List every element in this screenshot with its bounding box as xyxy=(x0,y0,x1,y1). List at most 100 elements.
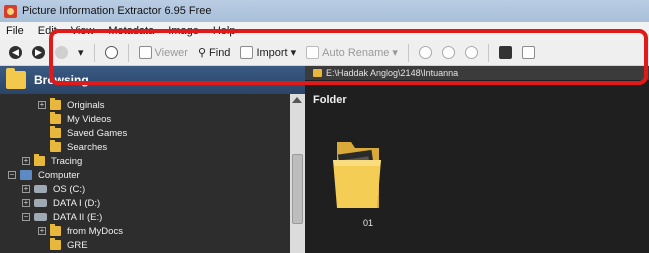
viewer-icon xyxy=(138,46,152,59)
scroll-up-arrow-icon[interactable] xyxy=(292,97,302,103)
rotate-right-icon xyxy=(464,46,478,59)
browsing-title: Browsing xyxy=(34,73,89,87)
rotate-left-button[interactable] xyxy=(439,43,458,63)
forward-arrow-icon: ▶ xyxy=(32,46,45,59)
tree-item-gre[interactable]: GRE xyxy=(50,238,88,252)
camera-button[interactable] xyxy=(102,43,121,63)
toolbar-separator xyxy=(93,43,95,62)
folder-pane-title: Folder xyxy=(313,94,347,106)
menu-help[interactable]: Help xyxy=(213,25,236,37)
tree-item-from-mydocs[interactable]: + from MyDocs xyxy=(38,224,123,238)
drive-icon xyxy=(34,185,47,193)
auto-rename-icon xyxy=(306,46,320,59)
drive-icon xyxy=(34,213,47,221)
list-view-button[interactable] xyxy=(519,43,538,63)
details-view-button[interactable] xyxy=(496,43,515,63)
toolbar-separator xyxy=(487,43,489,62)
app-window: Picture Information Extractor 6.95 Free … xyxy=(0,0,649,253)
drive-icon xyxy=(34,199,47,207)
auto-rename-button[interactable]: Auto Rename ▾ xyxy=(303,43,401,63)
menu-edit[interactable]: Edit xyxy=(38,25,57,37)
window-title: Picture Information Extractor 6.95 Free xyxy=(22,5,212,17)
folder-thumbnail[interactable]: 01 xyxy=(327,130,387,228)
tree-item-data-2-e[interactable]: − DATA II (E:) xyxy=(22,210,102,224)
list-view-icon xyxy=(521,46,535,59)
collapse-icon[interactable]: − xyxy=(22,213,30,221)
folder-icon xyxy=(50,140,61,152)
rotate-icon xyxy=(418,46,432,59)
up-arrow-icon xyxy=(55,46,68,59)
search-icon: ⚲ xyxy=(197,47,207,59)
tree-item-my-videos[interactable]: My Videos xyxy=(50,112,111,126)
folder-icon xyxy=(50,98,61,110)
expand-icon[interactable]: + xyxy=(22,157,30,165)
tree-item-data-1-d[interactable]: + DATA I (D:) xyxy=(22,196,100,210)
tree-item-saved-games[interactable]: Saved Games xyxy=(50,126,127,140)
menu-image[interactable]: Image xyxy=(168,25,199,37)
history-dropdown[interactable]: ▾ xyxy=(75,43,87,63)
computer-icon xyxy=(20,170,32,180)
scrollbar-thumb[interactable] xyxy=(292,154,303,224)
menu-metadata[interactable]: Metadata xyxy=(108,25,154,37)
tree-item-label: My Videos xyxy=(67,113,112,125)
tree-item-label: DATA I (D:) xyxy=(53,197,101,209)
details-view-icon xyxy=(498,46,512,59)
folder-pane: Folder 01 xyxy=(305,80,649,253)
toolbar-separator xyxy=(407,43,409,62)
folder-icon xyxy=(50,238,61,250)
find-label: Find xyxy=(209,46,231,59)
camera-icon xyxy=(104,46,118,59)
back-button[interactable]: ◀ xyxy=(6,43,25,63)
viewer-button[interactable]: Viewer xyxy=(136,43,191,63)
rotate-right-button[interactable] xyxy=(462,43,481,63)
find-button[interactable]: ⚲ Find xyxy=(195,43,233,63)
path-bar: E:\Haddak Anglog\2148\Intuanna xyxy=(305,66,649,80)
rotate-left-icon xyxy=(441,46,455,59)
up-button[interactable] xyxy=(52,43,71,63)
folder-item-label: 01 xyxy=(362,218,373,228)
tree-item-label: OS (C:) xyxy=(53,183,86,195)
folder-with-photo-icon xyxy=(333,142,381,208)
chevron-down-icon: ▾ xyxy=(392,47,398,59)
tree-item-label: Computer xyxy=(38,169,80,181)
expand-icon[interactable]: + xyxy=(22,199,30,207)
import-icon xyxy=(240,46,254,59)
auto-rename-label: Auto Rename xyxy=(322,46,390,59)
chevron-down-icon: ▾ xyxy=(290,47,297,59)
rotate-button[interactable] xyxy=(416,43,435,63)
folder-icon xyxy=(50,224,61,236)
title-bar: Picture Information Extractor 6.95 Free xyxy=(0,0,649,22)
forward-button[interactable]: ▶ xyxy=(29,43,48,63)
tree-item-label: Tracing xyxy=(51,155,83,167)
tree-item-tracing[interactable]: + Tracing xyxy=(22,154,82,168)
tree-item-originals[interactable]: + Originals xyxy=(38,98,105,112)
toolbar-separator xyxy=(127,43,129,62)
menu-bar: File Edit View Metadata Image Help xyxy=(0,22,649,40)
expand-icon[interactable]: + xyxy=(22,185,30,193)
tree-scrollbar[interactable] xyxy=(290,94,305,253)
viewer-label: Viewer xyxy=(154,46,188,59)
collapse-icon[interactable]: − xyxy=(8,171,16,179)
menu-view[interactable]: View xyxy=(71,25,95,37)
tree-item-label: from MyDocs xyxy=(67,225,123,237)
folder-icon xyxy=(6,68,26,89)
tree-item-label: Originals xyxy=(67,99,105,111)
folder-icon xyxy=(50,126,61,138)
menu-file[interactable]: File xyxy=(6,25,24,37)
folder-icon xyxy=(50,112,61,124)
import-label: Import xyxy=(256,46,288,59)
import-button[interactable]: Import ▾ xyxy=(237,43,299,63)
tree-item-label: Searches xyxy=(67,141,108,153)
chevron-down-icon: ▾ xyxy=(78,47,84,59)
current-path: E:\Haddak Anglog\2148\Intuanna xyxy=(326,68,459,78)
expand-icon[interactable]: + xyxy=(38,101,46,109)
tree-item-computer[interactable]: − Computer xyxy=(8,168,80,182)
tree-item-searches[interactable]: Searches xyxy=(50,140,107,154)
folder-icon xyxy=(34,154,45,166)
app-icon xyxy=(4,4,17,18)
folder-tree: + Originals My Videos Saved Games Searche… xyxy=(0,94,290,253)
tree-item-label: GRE xyxy=(67,239,88,251)
tree-item-os-c[interactable]: + OS (C:) xyxy=(22,182,85,196)
back-arrow-icon: ◀ xyxy=(9,46,22,59)
expand-icon[interactable]: + xyxy=(38,227,46,235)
